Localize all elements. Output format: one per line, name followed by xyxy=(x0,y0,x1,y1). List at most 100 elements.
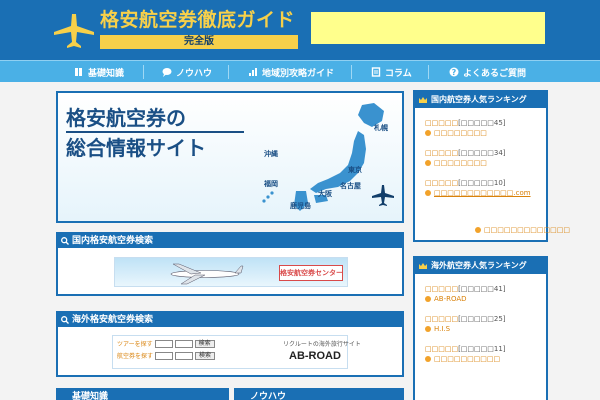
jet-plane-icon xyxy=(170,263,244,285)
ranking-item[interactable]: □□□□□[□□□□□25] H.I.S xyxy=(415,312,546,336)
ranking-item-link[interactable]: H.I.S xyxy=(434,325,450,333)
crown-icon xyxy=(419,263,427,269)
chart-icon xyxy=(249,68,257,76)
magnifier-icon xyxy=(61,237,69,245)
nav-item-knowhow[interactable]: ノウハウ xyxy=(162,64,212,80)
airplane-logo-icon xyxy=(54,14,94,48)
flight-date-select[interactable] xyxy=(175,351,194,360)
ranking-item-count: [□□□□□41] xyxy=(458,285,506,293)
ranking-item-name: □□□□□ xyxy=(425,345,459,353)
ranking-item[interactable]: □□□□□[□□□□□45] □□□□□□□□ xyxy=(415,116,546,140)
svg-text:?: ? xyxy=(452,68,457,77)
header-ad-banner[interactable] xyxy=(311,12,545,44)
site-header: 格安航空券徹底ガイド 完全版 xyxy=(0,0,600,60)
international-search-card: 海外格安航空券検索 ツアーを探す 検索 航空券を探す 検索 リクルートの海外旅行… xyxy=(56,311,404,377)
card-title: 海外格安航空券検索 xyxy=(72,315,154,325)
ranking-item[interactable]: □□□□□[□□□□□34] □□□□□□□□ xyxy=(415,146,546,170)
ranking-more-link[interactable]: □□□□□□□□□□□□□ xyxy=(475,226,570,234)
ranking-item-count: [□□□□□25] xyxy=(458,315,506,323)
ranking-item[interactable]: □□□□□[□□□□□41] AB-ROAD xyxy=(415,282,546,306)
domestic-ranking: 国内航空券人気ランキング □□□□□[□□□□□45] □□□□□□□□ □□□… xyxy=(413,90,570,242)
crown-icon xyxy=(419,97,427,103)
knowhow-card: ノウハウ xyxy=(234,388,404,400)
ranking-item-name: □□□□□ xyxy=(425,315,459,323)
ranking-item[interactable]: □□□□□[□□□□□11] □□□□□□□□□□ xyxy=(415,342,546,366)
abroad-tagline: リクルートの海外旅行サイト xyxy=(283,341,361,348)
hero-line-2: 総合情報サイト xyxy=(66,136,206,160)
ranking-item-link[interactable]: □□□□□□□□ xyxy=(434,159,487,167)
nav-item-regional-guide[interactable]: 地域別攻略ガイド xyxy=(248,64,334,80)
hero-banner: 格安航空券の 総合情報サイト 札幌 沖縄 福岡 東京 名古屋 大阪 鹿児島 xyxy=(56,91,404,223)
ranking-title: 国内航空券人気ランキング xyxy=(431,95,527,104)
bullet-icon xyxy=(425,296,431,302)
card-header: ノウハウ xyxy=(236,390,402,400)
nav-item-faq[interactable]: ? よくあるご質問 xyxy=(449,64,526,80)
nav-label: 地域別攻略ガイド xyxy=(262,68,335,79)
ranking-item-count: [□□□□□10] xyxy=(458,179,506,187)
ranking-item-link[interactable]: □□□□□□□□ xyxy=(434,129,487,137)
city-label: 札幌 xyxy=(374,124,388,132)
ranking-item-link[interactable]: □□□□□□□□□□ xyxy=(434,355,500,363)
ranking-item-link[interactable]: □□□□□□□□□□□□.com xyxy=(434,189,531,197)
domestic-search-card: 国内格安航空券検索 格安航空券センター xyxy=(56,232,404,296)
international-search-widget: ツアーを探す 検索 航空券を探す 検索 リクルートの海外旅行サイト AB-ROA… xyxy=(112,335,361,369)
book-icon xyxy=(75,68,82,76)
bullet-icon xyxy=(425,130,431,136)
abroad-logo[interactable]: AB-ROAD xyxy=(289,350,341,362)
city-label: 沖縄 xyxy=(264,150,278,158)
international-ranking: 海外航空券人気ランキング □□□□□[□□□□□41] AB-ROAD □□□□… xyxy=(413,256,548,400)
tour-search-button[interactable]: 検索 xyxy=(194,339,215,348)
nav-label: よくあるご質問 xyxy=(463,68,527,79)
global-nav: 基礎知識 ノウハウ 地域別攻略ガイド コラム ? よくあるご質問 xyxy=(0,60,600,82)
card-title: 基礎知識 xyxy=(72,392,109,400)
japan-map-icon xyxy=(262,103,394,211)
bullet-icon xyxy=(475,227,481,233)
city-label: 東京 xyxy=(348,166,362,174)
ranking-item-name: □□□□□ xyxy=(425,119,459,127)
ranking-title: 海外航空券人気ランキング xyxy=(431,261,527,270)
hero-line-1: 格安航空券の xyxy=(66,105,244,133)
ranking-item-name: □□□□□ xyxy=(425,149,459,157)
notepad-icon xyxy=(371,67,381,77)
nav-item-basics[interactable]: 基礎知識 xyxy=(74,64,124,80)
card-title: 国内格安航空券検索 xyxy=(72,236,154,246)
bullet-icon xyxy=(425,326,431,332)
hero-title: 格安航空券の 総合情報サイト xyxy=(66,105,244,163)
ranking-item-link[interactable]: AB-ROAD xyxy=(434,295,467,303)
question-icon: ? xyxy=(449,67,459,77)
ranking-item-count: [□□□□□45] xyxy=(458,119,506,127)
tour-destination-select[interactable] xyxy=(154,339,173,348)
ranking-item-name: □□□□□ xyxy=(425,285,459,293)
card-title: ノウハウ xyxy=(250,392,287,400)
flight-search-button[interactable]: 検索 xyxy=(195,351,216,360)
ranking-item-count: [□□□□□11] xyxy=(458,345,506,353)
tour-search-label: ツアーを探す xyxy=(117,341,153,348)
city-label: 福岡 xyxy=(264,180,278,188)
flight-destination-select[interactable] xyxy=(155,351,174,360)
bullet-icon xyxy=(425,190,431,196)
flight-search-label: 航空券を探す xyxy=(117,353,154,360)
speech-bubble-icon xyxy=(162,68,172,77)
bullet-icon xyxy=(425,160,431,166)
card-header: 国内格安航空券検索 xyxy=(58,234,402,248)
ranking-item-count: [□□□□□34] xyxy=(458,149,506,157)
ranking-item-name: □□□□□ xyxy=(425,179,459,187)
domestic-search-banner[interactable]: 格安航空券センター xyxy=(114,257,348,287)
site-title[interactable]: 格安航空券徹底ガイド xyxy=(100,8,300,32)
ranking-header: 海外航空券人気ランキング xyxy=(415,258,546,274)
magnifier-icon xyxy=(61,316,69,324)
city-label: 名古屋 xyxy=(340,182,361,190)
tour-date-select[interactable] xyxy=(174,339,193,348)
city-label: 鹿児島 xyxy=(290,202,311,210)
nav-label: ノウハウ xyxy=(176,68,213,79)
ranking-more-label: □□□□□□□□□□□□□ xyxy=(484,226,570,234)
nav-label: 基礎知識 xyxy=(88,68,125,79)
card-header: 海外格安航空券検索 xyxy=(58,313,402,327)
ranking-item[interactable]: □□□□□[□□□□□10] □□□□□□□□□□□□.com xyxy=(415,176,546,200)
basics-card: 基礎知識 xyxy=(56,388,229,400)
tour-search-row: ツアーを探す 検索 xyxy=(117,339,215,348)
ranking-header: 国内航空券人気ランキング xyxy=(415,92,546,108)
airline-center-logo: 格安航空券センター xyxy=(279,265,343,281)
nav-item-column[interactable]: コラム xyxy=(371,64,412,80)
city-label: 大阪 xyxy=(318,190,332,198)
